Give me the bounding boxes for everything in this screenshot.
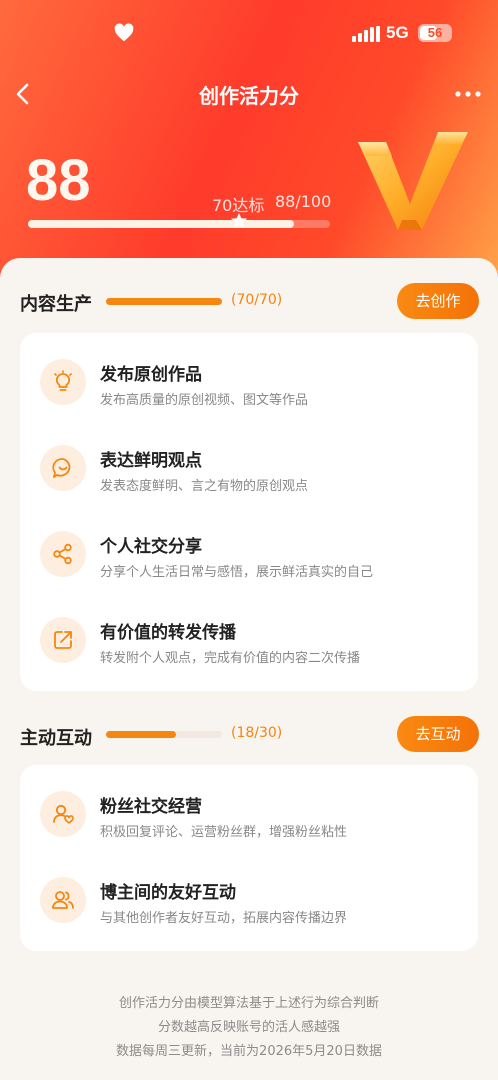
list-item[interactable]: 发布原创作品 发布高质量的原创视频、图文等作品 — [20, 343, 478, 429]
heart-icon — [114, 23, 134, 42]
nav-bar: 创作活力分 — [0, 70, 498, 120]
list-item[interactable]: 粉丝社交经营 积极回复评论、运营粉丝群，增强粉丝粘性 — [20, 775, 478, 861]
item-title: 有价值的转发传播 — [100, 623, 236, 643]
score-progress-fill — [28, 220, 294, 228]
score-fraction: 88/100 — [275, 192, 332, 211]
more-icon[interactable] — [452, 82, 484, 106]
list-item[interactable]: 个人社交分享 分享个人生活日常与感悟，展示鲜活真实的自己 — [20, 515, 478, 601]
signal-icon — [352, 26, 380, 42]
item-description: 发布高质量的原创视频、图文等作品 — [100, 393, 309, 408]
footer-line: 创作活力分由模型算法基于上述行为综合判断 — [118, 996, 379, 1011]
footer-line: 数据每周三更新，当前为2026年5月20日数据 — [116, 1044, 382, 1059]
section-title-content: 内容生产 — [20, 294, 92, 315]
header-banner: 5G 56 创作活力分 88 70达标 88/100 — [0, 0, 498, 300]
item-description: 分享个人生活日常与感悟，展示鲜活真实的自己 — [100, 565, 374, 580]
user-heart-icon — [53, 804, 74, 824]
go-interact-button[interactable]: 去互动 — [397, 716, 479, 752]
interaction-progress-bar — [106, 731, 222, 738]
go-create-button[interactable]: 去创作 — [397, 283, 479, 319]
item-title: 个人社交分享 — [100, 537, 202, 557]
content-progress-fill — [106, 298, 222, 305]
list-item[interactable]: 有价值的转发传播 转发附个人观点，完成有价值的内容二次传播 — [20, 601, 478, 687]
item-description: 与其他创作者友好互动，拓展内容传播边界 — [100, 911, 348, 926]
forward-icon — [54, 631, 72, 649]
list-item[interactable]: 表达鲜明观点 发表态度鲜明、言之有物的原创观点 — [20, 429, 478, 515]
score-value: 88 — [26, 148, 91, 213]
battery-level: 56 — [427, 25, 443, 40]
users-icon — [52, 891, 74, 909]
share-icon — [53, 543, 72, 565]
chat-bubble-icon — [52, 458, 71, 478]
footer-line: 分数越高反映账号的活人感越强 — [157, 1020, 340, 1035]
item-title: 粉丝社交经营 — [100, 797, 202, 817]
item-description: 转发附个人观点，完成有价值的内容二次传播 — [100, 651, 361, 666]
footer-note: 创作活力分由模型算法基于上述行为综合判断 分数越高反映账号的活人感越强 数据每周… — [0, 992, 498, 1064]
score-progress-bar — [28, 220, 330, 228]
interaction-task-card: 粉丝社交经营 积极回复评论、运营粉丝群，增强粉丝粘性 博主间的友好互动 与其他创… — [20, 765, 478, 951]
content-count: (70/70) — [231, 292, 283, 308]
item-description: 积极回复评论、运营粉丝群，增强粉丝粘性 — [100, 825, 348, 840]
content-progress-bar — [106, 298, 222, 305]
item-title: 博主间的友好互动 — [100, 883, 236, 903]
item-title: 发布原创作品 — [100, 365, 202, 385]
content-task-card: 发布原创作品 发布高质量的原创视频、图文等作品 表达鲜明观点 发表态度鲜明、言之… — [20, 333, 478, 691]
interaction-count: (18/30) — [231, 725, 283, 741]
v-badge-icon — [358, 132, 468, 230]
item-title: 表达鲜明观点 — [100, 451, 202, 471]
target-star-icon — [230, 212, 248, 229]
network-type: 5G — [386, 23, 409, 42]
interaction-progress-fill — [106, 731, 176, 738]
section-title-interaction: 主动互动 — [20, 728, 92, 749]
page-title: 创作活力分 — [199, 84, 299, 108]
lightbulb-icon — [54, 370, 72, 391]
status-bar: 5G 56 — [0, 0, 498, 66]
item-description: 发表态度鲜明、言之有物的原创观点 — [100, 479, 309, 494]
list-item[interactable]: 博主间的友好互动 与其他创作者友好互动，拓展内容传播边界 — [20, 861, 478, 947]
battery-icon: 56 — [418, 24, 452, 42]
